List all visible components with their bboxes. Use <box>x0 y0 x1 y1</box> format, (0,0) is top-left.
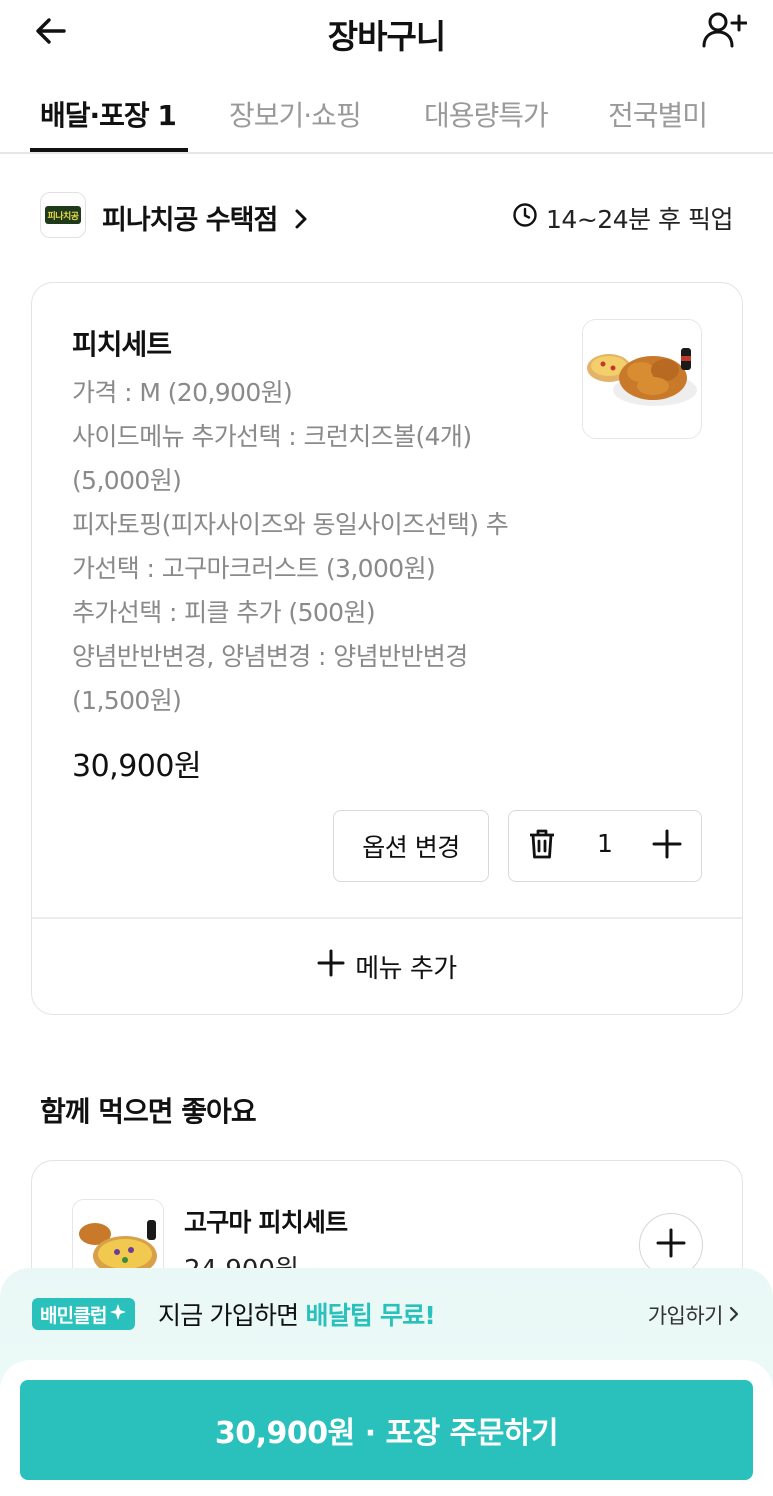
pickup-time: 14~24분 후 픽업 <box>512 200 733 236</box>
baemin-club-banner[interactable]: 배민클럽 지금 가입하면 배달팁 무료! 가입하기 <box>0 1268 773 1360</box>
store-logo: 피나치공 <box>40 192 86 238</box>
clock-icon <box>512 202 538 234</box>
club-badge: 배민클럽 <box>32 1298 135 1330</box>
option-line: 추가선택 : 피클 추가 (500원) <box>72 598 376 627</box>
app-header: 장바구니 <box>0 0 773 70</box>
option-line: 피자토핑(피자사이즈와 동일사이즈선택) 추 <box>72 510 509 539</box>
sparkle-icon <box>109 1303 127 1326</box>
store-name: 피나치공 수택점 <box>102 205 278 236</box>
option-line: 가선택 : 고구마크러스트 (3,000원) <box>72 554 436 583</box>
active-tab-indicator <box>30 148 188 152</box>
category-tabs: 배달·포장 1 장보기·쇼핑 대용량특가 전국별미 <box>0 82 773 154</box>
quantity-stepper: 1 <box>508 810 702 882</box>
item-price: 30,900원 <box>72 749 202 784</box>
option-line: (5,000원) <box>72 466 182 495</box>
quantity-value: 1 <box>597 829 613 858</box>
tab-delivery-pickup[interactable]: 배달·포장 1 <box>40 94 177 134</box>
order-button[interactable]: 30,900원 · 포장 주문하기 <box>20 1380 753 1480</box>
trash-icon <box>528 828 556 864</box>
pickup-time-text: 14~24분 후 픽업 <box>546 205 733 234</box>
item-name: 피치세트 <box>72 328 172 361</box>
tab-grocery-shopping[interactable]: 장보기·쇼핑 <box>229 94 362 134</box>
club-promo-text: 지금 가입하면 배달팁 무료! <box>158 1296 436 1332</box>
plus-icon <box>656 1228 686 1262</box>
plus-icon <box>652 829 682 863</box>
increase-quantity-button[interactable] <box>649 828 685 864</box>
club-badge-text: 배민클럽 <box>40 1304 108 1327</box>
club-join-link[interactable]: 가입하기 <box>648 1300 739 1330</box>
tab-regional-specialties[interactable]: 전국별미 <box>608 94 708 134</box>
user-plus-icon <box>701 10 748 54</box>
option-line: (1,500원) <box>72 686 182 715</box>
recommend-item-name: 고구마 피치세트 <box>184 1208 348 1237</box>
option-change-button[interactable]: 옵션 변경 <box>333 810 489 882</box>
option-line: 가격 : M (20,900원) <box>72 378 293 407</box>
page-title: 장바구니 <box>327 17 446 56</box>
item-options: 가격 : M (20,900원) 사이드메뉴 추가선택 : 크런치즈볼(4개) … <box>72 371 552 723</box>
option-line: 양념반반변경, 양념변경 : 양념반반변경 <box>72 642 468 671</box>
club-join-label: 가입하기 <box>647 1304 724 1328</box>
item-image <box>582 319 702 439</box>
recommend-section-title: 함께 먹으면 좋아요 <box>40 1095 257 1128</box>
cart-item-card: 피치세트 가격 : M (20,900원) 사이드메뉴 추가선택 : 크런치즈볼… <box>31 282 743 1015</box>
club-promo-highlight: 배달팁 무료! <box>305 1301 436 1330</box>
delete-button[interactable] <box>525 828 559 864</box>
chevron-right-icon <box>729 1303 739 1327</box>
store-row: 피나치공 피나치공 수택점 14~24분 후 픽업 <box>40 192 733 242</box>
tab-bulk-deals[interactable]: 대용량특가 <box>424 94 549 134</box>
order-area: 30,900원 · 포장 주문하기 <box>0 1360 773 1496</box>
add-menu-button[interactable]: 메뉴 추가 <box>32 918 742 1014</box>
invite-user-button[interactable] <box>699 10 749 54</box>
option-line: 사이드메뉴 추가선택 : 크런치즈볼(4개) <box>72 422 472 451</box>
chevron-right-icon <box>294 206 308 237</box>
add-menu-label: 메뉴 추가 <box>355 953 457 984</box>
store-logo-text: 피나치공 <box>45 206 81 224</box>
club-promo-prefix: 지금 가입하면 <box>158 1301 306 1330</box>
plus-icon <box>317 949 345 984</box>
store-name-link[interactable]: 피나치공 수택점 <box>102 198 308 237</box>
bottom-sheet: 배민클럽 지금 가입하면 배달팁 무료! 가입하기 30,900원 · 포장 주… <box>0 1268 773 1496</box>
